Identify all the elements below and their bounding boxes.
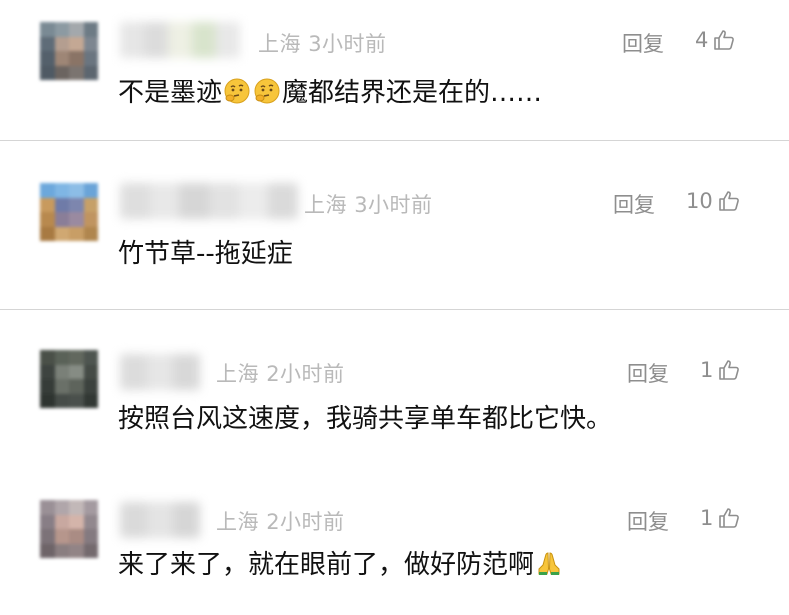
comment-text: 来了来了，就在眼前了，做好防范啊 xyxy=(118,544,564,581)
comment-text-part: 按照台风这速度，我骑共享单车都比它快。 xyxy=(118,404,613,434)
avatar[interactable] xyxy=(40,183,98,241)
username-blurred[interactable] xyxy=(120,22,240,58)
location-label: 上海 xyxy=(304,193,347,217)
thinking-face-icon xyxy=(224,78,250,103)
thumbs-up-icon xyxy=(714,30,735,50)
like-count: 1 xyxy=(700,506,714,530)
time-label: 3小时前 xyxy=(354,193,433,217)
location-time: 上海 3小时前 xyxy=(304,189,433,219)
time-label: 2小时前 xyxy=(266,362,345,386)
comment-item: 上海 3小时前 回复 10 竹节草--拖延症 xyxy=(0,141,789,309)
reply-button[interactable]: 回复 xyxy=(627,506,669,536)
reply-button[interactable]: 回复 xyxy=(613,189,655,219)
location-label: 上海 xyxy=(216,362,259,386)
reply-button[interactable]: 回复 xyxy=(627,358,669,388)
thumbs-up-icon xyxy=(718,191,739,211)
avatar[interactable] xyxy=(40,22,98,80)
username-blurred[interactable] xyxy=(120,183,298,219)
like-button[interactable]: 10 xyxy=(686,189,741,213)
like-count: 10 xyxy=(686,189,713,213)
location-label: 上海 xyxy=(258,32,301,56)
like-button[interactable]: 1 xyxy=(700,506,741,530)
username-blurred[interactable] xyxy=(120,502,200,538)
like-count: 1 xyxy=(700,358,714,382)
like-button[interactable]: 1 xyxy=(700,358,741,382)
thumbs-up-icon xyxy=(719,360,740,380)
username-blurred[interactable] xyxy=(120,354,200,390)
avatar[interactable] xyxy=(40,350,98,408)
thumbs-up-icon xyxy=(719,508,740,528)
comment-item: 上海 2小时前 回复 1 来了来了，就在眼前了，做好防范啊 xyxy=(0,460,789,615)
comment-item: 上海 2小时前 回复 1 按照台风这速度，我骑共享单车都比它快。 xyxy=(0,310,789,460)
time-label: 2小时前 xyxy=(266,510,345,534)
like-count: 4 xyxy=(695,28,709,52)
comment-text-part: 来了来了，就在眼前了，做好防范啊 xyxy=(118,550,535,580)
thinking-face-icon xyxy=(254,78,280,103)
like-button[interactable]: 4 xyxy=(695,28,736,52)
location-time: 上海 2小时前 xyxy=(216,358,345,388)
comment-text-part: 不是墨迹 xyxy=(118,78,223,108)
comment-text-part: 魔都结界还是在的…… xyxy=(282,78,543,108)
location-label: 上海 xyxy=(216,510,259,534)
avatar[interactable] xyxy=(40,500,98,558)
comment-item: 上海 3小时前 回复 4 不是墨迹 魔都结界还是在的…… xyxy=(0,0,789,140)
folded-hands-icon xyxy=(538,551,560,575)
comment-text: 竹节草--拖延症 xyxy=(118,233,293,270)
reply-button[interactable]: 回复 xyxy=(622,28,664,58)
time-label: 3小时前 xyxy=(308,32,387,56)
comment-text: 按照台风这速度，我骑共享单车都比它快。 xyxy=(118,398,612,435)
comment-text: 不是墨迹 魔都结界还是在的…… xyxy=(118,72,542,109)
location-time: 上海 2小时前 xyxy=(216,506,345,536)
location-time: 上海 3小时前 xyxy=(258,28,387,58)
comment-text-part: 竹节草--拖延症 xyxy=(118,239,293,269)
